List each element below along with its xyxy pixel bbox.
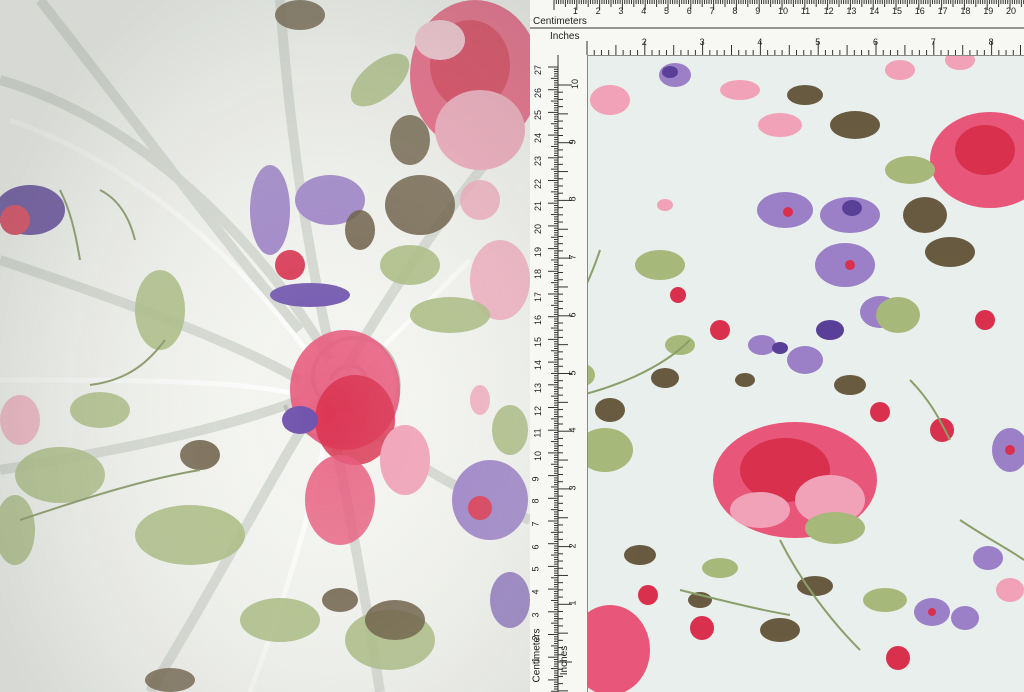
side-cm-number: 12 <box>533 405 544 416</box>
side-cm-number: 21 <box>533 201 544 212</box>
top-cm-number: 3 <box>618 6 624 16</box>
side-in-label: Inches <box>559 645 571 676</box>
side-in-number: 1 <box>567 600 578 606</box>
side-in-number: 10 <box>570 78 581 90</box>
top-in-number: 8 <box>988 37 994 47</box>
side-cm-number: 22 <box>533 178 544 189</box>
side-cm-number: 8 <box>530 498 541 504</box>
top-in-number: 5 <box>815 37 821 47</box>
top-cm-number: 18 <box>960 6 971 16</box>
side-cm-number: 20 <box>533 223 544 234</box>
top-ruler-ticks <box>530 0 1024 55</box>
side-in-number: 9 <box>567 139 578 145</box>
side-cm-number: 2 <box>530 634 541 641</box>
side-in-number: 8 <box>567 196 578 202</box>
side-in-number: 3 <box>567 485 578 491</box>
top-cm-number: 16 <box>914 6 925 16</box>
side-cm-number: 17 <box>533 291 544 303</box>
top-cm-number: 1 <box>572 6 578 16</box>
top-cm-number: 2 <box>595 6 601 16</box>
top-cm-number: 6 <box>686 6 692 16</box>
side-cm-number: 11 <box>532 428 543 438</box>
top-cm-number: 14 <box>869 6 880 16</box>
side-cm-number: 18 <box>533 269 544 280</box>
top-cm-number: 12 <box>823 6 834 16</box>
side-in-number: 4 <box>567 427 578 433</box>
side-cm-number: 4 <box>530 589 541 595</box>
top-cm-number: 19 <box>983 6 994 16</box>
top-cm-number: 11 <box>800 6 811 16</box>
top-cm-number: 5 <box>664 6 670 16</box>
top-in-number: 2 <box>641 37 647 47</box>
top-in-label: Inches <box>550 31 580 42</box>
side-cm-number: 27 <box>533 64 544 76</box>
top-cm-number: 17 <box>937 6 948 16</box>
top-cm-number: 15 <box>892 6 903 16</box>
swirled-fabric-photo <box>0 0 530 692</box>
top-cm-number: 7 <box>709 6 715 16</box>
side-cm-number: 24 <box>533 133 544 144</box>
top-cm-number: 8 <box>732 6 738 16</box>
swirled-fabric-drawing <box>0 0 530 692</box>
top-in-number: 7 <box>930 37 936 47</box>
side-in-number: 6 <box>567 312 578 318</box>
top-cm-number: 9 <box>755 6 761 16</box>
side-cm-number: 7 <box>530 521 541 527</box>
side-cm-number: 16 <box>533 314 544 325</box>
top-in-number: 3 <box>699 37 705 47</box>
top-cm-label: Centimeters <box>533 16 587 27</box>
side-cm-number: 25 <box>533 110 544 121</box>
top-ruler: Centimeters Inches 1 2 3 4 5 6 7 8 9 10 11 12 13 14 15… <box>530 0 1024 56</box>
top-in-number: 6 <box>873 37 879 47</box>
top-cm-number: 20 <box>1006 6 1017 16</box>
side-cm-number: 14 <box>533 360 544 371</box>
side-cm-number: 23 <box>533 155 544 166</box>
flat-fabric-drawing <box>530 0 1024 692</box>
side-cm-number: 15 <box>533 337 544 348</box>
side-in-number: 7 <box>567 254 578 260</box>
side-cm-number: 10 <box>533 450 544 461</box>
flat-fabric-photo <box>530 0 1024 692</box>
side-ruler-ticks <box>548 55 572 692</box>
side-cm-number: 9 <box>530 476 541 482</box>
side-ruler: Centimeters Inches 27 26 25 24 23 22 21 20 19 18 1… <box>530 55 588 692</box>
side-cm-number: 1 <box>530 657 541 663</box>
top-cm-number: 13 <box>846 6 857 16</box>
side-cm-number: 3 <box>530 612 541 618</box>
side-in-number: 2 <box>567 543 578 549</box>
side-cm-number: 26 <box>533 87 544 98</box>
top-cm-number: 10 <box>778 6 789 16</box>
side-cm-number: 6 <box>530 544 541 550</box>
side-cm-number: 19 <box>533 246 544 257</box>
side-in-number: 5 <box>567 369 578 376</box>
top-cm-number: 4 <box>641 6 647 16</box>
side-cm-number: 5 <box>530 566 541 572</box>
top-in-number: 4 <box>757 37 763 47</box>
side-cm-number: 13 <box>533 382 544 393</box>
